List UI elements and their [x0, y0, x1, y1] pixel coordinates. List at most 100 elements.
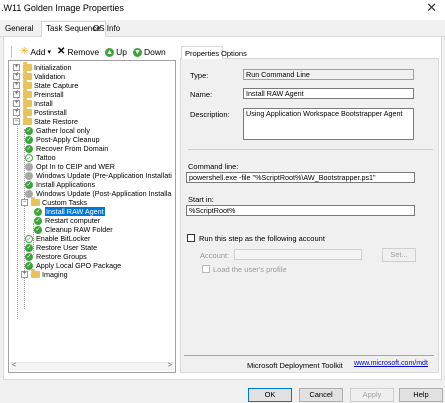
tree-item-gather-local-only[interactable]: ✓ Gather local only: [25, 126, 90, 135]
collapse-icon[interactable]: −: [21, 199, 28, 206]
folder-icon: [23, 98, 32, 107]
tree-item-label: Restore User State: [36, 243, 98, 252]
tree-item-recover-from-domain[interactable]: ✓ Recover From Domain: [25, 144, 108, 153]
tree-item-label: Gather local only: [36, 126, 90, 135]
load-profile-checkbox[interactable]: [202, 265, 210, 273]
run-as-account-checkbox[interactable]: [187, 234, 195, 242]
tree-item-initialization[interactable]: + Initialization: [13, 62, 72, 72]
tree-item-opt-in-ceip[interactable]: Opt In to CEIP and WER: [25, 162, 115, 171]
load-profile-label: Load the user's profile: [213, 265, 287, 274]
tab-properties[interactable]: Properties: [181, 46, 224, 60]
tree-item-cleanup-raw-folder[interactable]: ✓ Cleanup RAW Folder: [34, 225, 113, 234]
tree-item-label: State Restore: [34, 117, 78, 126]
ok-button[interactable]: OK: [248, 388, 292, 402]
tree-item-install-raw-agent[interactable]: ✓ Install RAW Agent: [34, 207, 105, 216]
add-star-icon: ✳: [20, 46, 29, 57]
folder-icon: [23, 62, 32, 71]
add-button[interactable]: ✳ Add ▾: [20, 46, 51, 58]
tree-item-label: Enable BitLocker: [36, 234, 91, 243]
expand-icon[interactable]: +: [13, 64, 20, 71]
tree-item-label: Restart computer: [45, 216, 101, 225]
tree-item-label: Postinstall: [34, 108, 67, 117]
start-in-field[interactable]: %ScriptRoot%: [186, 205, 415, 216]
tree-item-state-restore[interactable]: − State Restore: [13, 116, 78, 126]
check-icon: ✓: [25, 144, 33, 153]
check-icon: ✓: [34, 216, 42, 225]
tree-item-post-apply-cleanup[interactable]: ✓ Post-Apply Cleanup: [25, 135, 100, 144]
tree-item-install[interactable]: + Install: [13, 98, 53, 108]
set-account-button[interactable]: Set...: [382, 248, 416, 262]
tree-item-label: Tattoo: [36, 153, 56, 162]
up-label: Up: [116, 47, 127, 57]
mdt-link[interactable]: www.microsoft.com/mdt: [354, 360, 428, 367]
check-outline-icon: ✓: [25, 153, 33, 162]
description-field[interactable]: Using Application Workspace Bootstrapper…: [243, 108, 414, 140]
expand-icon[interactable]: +: [13, 91, 20, 98]
tree-horizontal-scrollbar[interactable]: < >: [10, 362, 174, 371]
tree-item-install-applications[interactable]: ✓ Install Applications: [25, 180, 95, 189]
tree-item-label: Post-Apply Cleanup: [36, 135, 100, 144]
tree-item-enable-bitlocker[interactable]: ✓ Enable BitLocker: [25, 234, 90, 243]
account-field[interactable]: [234, 249, 362, 260]
task-sequence-toolbar: ✳ Add ▾ ✕ Remove ▲ Up ▼ Down: [11, 45, 174, 59]
cancel-button[interactable]: Cancel: [299, 388, 343, 402]
tree-item-tattoo[interactable]: ✓ Tattoo: [25, 153, 56, 162]
down-button[interactable]: ▼ Down: [132, 47, 166, 57]
check-icon: ✓: [34, 225, 42, 234]
tree-item-label: Opt In to CEIP and WER: [36, 162, 115, 171]
tree-item-label: Initialization: [34, 63, 72, 72]
task-sequence-tree[interactable]: + Initialization + Validation + State Ca…: [8, 60, 176, 373]
tree-item-apply-local-gpo[interactable]: ✓ Apply Local GPO Package: [25, 261, 121, 270]
tree-item-imaging[interactable]: + Imaging: [21, 269, 68, 279]
expand-icon[interactable]: +: [13, 82, 20, 89]
check-outline-icon: ✓: [25, 234, 33, 243]
check-icon: ✓: [25, 243, 33, 252]
window-title: .W11 Golden Image Properties: [1, 3, 124, 13]
tree-item-postinstall[interactable]: + Postinstall: [13, 107, 67, 117]
main-tabstrip: General Task Sequence OS Info: [0, 21, 445, 38]
close-icon[interactable]: ✕: [426, 0, 437, 16]
up-button[interactable]: ▲ Up: [105, 47, 127, 57]
tree-item-restore-groups[interactable]: ✓ Restore Groups: [25, 252, 87, 261]
tree-item-windows-update-pre[interactable]: Windows Update (Pre-Application Installa…: [25, 171, 172, 180]
title-bar: .W11 Golden Image Properties ✕: [0, 0, 445, 20]
tree-item-restore-user-state[interactable]: ✓ Restore User State: [25, 243, 97, 252]
expand-icon[interactable]: +: [13, 109, 20, 116]
folder-icon: [23, 89, 32, 98]
expand-icon[interactable]: +: [21, 271, 28, 278]
expand-icon[interactable]: +: [13, 100, 20, 107]
scroll-right-icon[interactable]: >: [168, 362, 172, 369]
name-field[interactable]: Install RAW Agent: [243, 88, 414, 99]
help-button[interactable]: Help: [399, 388, 443, 402]
tree-item-label-selected: Install RAW Agent: [45, 207, 105, 216]
tree-item-custom-tasks[interactable]: − Custom Tasks: [21, 197, 87, 207]
disabled-step-icon: [25, 162, 33, 171]
remove-button[interactable]: ✕ Remove: [57, 46, 99, 58]
toolbar-grip: [11, 46, 12, 58]
tree-item-label: Install Applications: [36, 180, 96, 189]
tree-item-label: Preinstall: [34, 90, 64, 99]
check-icon: ✓: [25, 180, 33, 189]
collapse-icon[interactable]: −: [13, 118, 20, 125]
tab-general[interactable]: General: [1, 23, 37, 37]
start-in-label: Start in:: [188, 195, 214, 204]
command-line-field[interactable]: powershell.exe -file "%ScriptRoot%\AW_Bo…: [186, 172, 415, 183]
folder-icon: [31, 197, 40, 206]
tree-item-restart-computer[interactable]: ✓ Restart computer: [34, 216, 100, 225]
description-label: Description:: [190, 110, 230, 119]
type-label: Type:: [190, 71, 209, 80]
tree-item-windows-update-post[interactable]: Windows Update (Post-Application Install…: [25, 189, 171, 198]
expand-icon[interactable]: +: [13, 73, 20, 80]
check-icon: ✓: [25, 135, 33, 144]
name-label: Name:: [190, 90, 213, 99]
tree-item-label: Restore Groups: [36, 252, 87, 261]
tab-options[interactable]: Options: [218, 48, 250, 59]
tab-os-info[interactable]: OS Info: [89, 23, 124, 37]
scroll-left-icon[interactable]: <: [12, 362, 16, 369]
footer-separator: [184, 355, 434, 356]
folder-icon: [23, 107, 32, 116]
apply-button[interactable]: Apply: [350, 388, 394, 402]
tree-item-preinstall[interactable]: + Preinstall: [13, 89, 64, 99]
remove-x-icon: ✕: [57, 46, 66, 57]
tree-item-validation[interactable]: + Validation: [13, 71, 65, 81]
